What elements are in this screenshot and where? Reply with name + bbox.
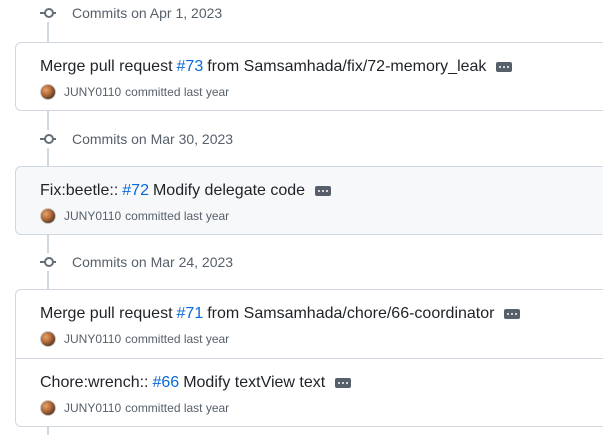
git-commit-icon: [40, 5, 56, 21]
expand-message-button[interactable]: [335, 378, 352, 388]
avatar[interactable]: [40, 331, 56, 347]
commit-group-date: Commits on Mar 30, 2023: [72, 131, 234, 147]
commit-row: Merge pull request #71 from Samsamhada/c…: [16, 290, 603, 358]
pull-request-link[interactable]: #72: [122, 182, 149, 200]
commit-title-link[interactable]: Chore:wrench::: [40, 374, 149, 392]
commit-author[interactable]: JUNY0110: [64, 209, 121, 223]
timeline-line: [47, 111, 49, 130]
commit-title: Fix:beetle:: #72 Modify delegate code: [40, 182, 332, 200]
commit-meta: JUNY0110 committed last year: [40, 331, 229, 347]
timeline-line: [47, 148, 49, 166]
timeline-line: [47, 426, 49, 435]
commit-group-header: Commits on Mar 30, 2023: [40, 129, 233, 149]
expand-message-button[interactable]: [315, 186, 332, 196]
commit-title: Merge pull request #73 from Samsamhada/f…: [40, 58, 513, 76]
commit-time: committed last year: [125, 401, 230, 415]
commit-list: Merge pull request #73 from Samsamhada/f…: [15, 42, 603, 111]
commit-group-header: Commits on Mar 24, 2023: [40, 252, 233, 272]
git-commit-icon: [40, 254, 56, 270]
commit-meta: JUNY0110 committed last year: [40, 400, 229, 416]
commit-title-link[interactable]: Modify textView text: [183, 374, 325, 392]
commit-title-link[interactable]: Merge pull request: [40, 305, 173, 323]
commit-row: Fix:beetle:: #72 Modify delegate code JU…: [16, 167, 603, 235]
ellipsis-icon: [499, 66, 502, 68]
commit-group-header: Commits on Apr 1, 2023: [40, 3, 222, 23]
avatar[interactable]: [40, 400, 56, 416]
commit-title-link[interactable]: Modify delegate code: [153, 182, 305, 200]
commit-time: committed last year: [125, 332, 230, 346]
commit-title: Chore:wrench:: #66 Modify textView text: [40, 374, 352, 392]
pull-request-link[interactable]: #73: [177, 58, 204, 76]
ellipsis-icon: [507, 313, 510, 315]
timeline-line: [47, 271, 49, 289]
commit-group-date: Commits on Apr 1, 2023: [72, 5, 223, 21]
commit-title-link[interactable]: from Samsamhada/fix/72-memory_leak: [207, 58, 486, 76]
commit-title-link[interactable]: Merge pull request: [40, 58, 173, 76]
commit-meta: JUNY0110 committed last year: [40, 208, 229, 224]
commit-time: committed last year: [125, 85, 230, 99]
pull-request-link[interactable]: #71: [177, 305, 204, 323]
commit-list: Fix:beetle:: #72 Modify delegate code JU…: [15, 166, 603, 235]
commit-title: Merge pull request #71 from Samsamhada/c…: [40, 305, 521, 323]
commit-group-date: Commits on Mar 24, 2023: [72, 254, 234, 270]
commit-author[interactable]: JUNY0110: [64, 332, 121, 346]
ellipsis-icon: [318, 190, 321, 192]
avatar[interactable]: [40, 208, 56, 224]
commit-list: Merge pull request #71 from Samsamhada/c…: [15, 289, 603, 427]
commit-author[interactable]: JUNY0110: [64, 85, 121, 99]
commit-row: Merge pull request #73 from Samsamhada/f…: [16, 43, 603, 111]
commit-title-link[interactable]: from Samsamhada/chore/66-coordinator: [207, 305, 494, 323]
timeline-line: [47, 235, 49, 253]
commit-history: Commits on Apr 1, 2023 Merge pull reques…: [0, 0, 603, 435]
pull-request-link[interactable]: #66: [153, 374, 180, 392]
expand-message-button[interactable]: [496, 62, 513, 72]
commit-row: Chore:wrench:: #66 Modify textView text …: [16, 358, 603, 426]
timeline-line: [47, 22, 49, 42]
ellipsis-icon: [338, 382, 341, 384]
git-commit-icon: [40, 131, 56, 147]
commit-title-link[interactable]: Fix:beetle::: [40, 182, 118, 200]
commit-author[interactable]: JUNY0110: [64, 401, 121, 415]
commit-time: committed last year: [125, 209, 230, 223]
avatar[interactable]: [40, 84, 56, 100]
expand-message-button[interactable]: [504, 309, 521, 319]
commit-meta: JUNY0110 committed last year: [40, 84, 229, 100]
